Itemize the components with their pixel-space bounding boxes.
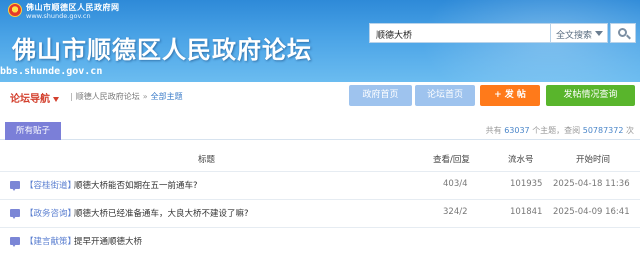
site-title[interactable]: 佛山市顺德区人民政府论坛 xyxy=(12,30,312,65)
chat-bubble-icon xyxy=(10,237,20,247)
chat-bubble-icon xyxy=(10,181,20,191)
post-category[interactable]: 【容桂街道】 xyxy=(25,179,76,191)
stats-topic-count: 63037 xyxy=(504,126,530,135)
forum-nav-label: 论坛导航 xyxy=(10,94,50,105)
breadcrumb-all-topics-link[interactable]: 全部主题 xyxy=(151,92,183,101)
post-category[interactable]: 【建言献策】 xyxy=(25,235,76,247)
post-start-time: 2025-04-18 11:36 xyxy=(553,179,630,189)
column-views-replies: 查看/回复 xyxy=(433,155,470,165)
search-input[interactable]: 顺德大桥 xyxy=(369,23,551,43)
stats-prefix: 共有 xyxy=(485,126,502,135)
gov-home-button[interactable]: 政府首页 xyxy=(349,85,412,106)
breadcrumb: | 顺德人民政府论坛» 全部主题 xyxy=(67,91,183,102)
stats-views-suffix: 次 xyxy=(626,126,634,135)
breadcrumb-separator: | xyxy=(70,92,73,101)
post-title-link[interactable]: 顺德大桥已经准备通车，大良大桥不建设了嘛? xyxy=(74,207,249,219)
forum-nav-menu[interactable]: 论坛导航 xyxy=(10,90,59,105)
caret-down-icon xyxy=(53,96,59,102)
chat-bubble-icon xyxy=(10,209,20,219)
forum-nav-bar: 论坛导航 | 顺德人民政府论坛» 全部主题 xyxy=(0,82,640,112)
national-emblem-icon xyxy=(8,3,22,17)
post-status-query-button[interactable]: 发帖情况查询 xyxy=(546,85,635,106)
forum-home-button[interactable]: 论坛首页 xyxy=(415,85,475,106)
breadcrumb-forum-link[interactable]: 顺德人民政府论坛 xyxy=(76,92,140,101)
post-views-replies: 403/4 xyxy=(443,179,468,189)
search-icon-handle xyxy=(626,34,631,40)
table-row[interactable]: 【政务咨询】 顺德大桥已经准备通车，大良大桥不建设了嘛? 324/2 10184… xyxy=(0,199,640,227)
search-type-select[interactable]: 全文搜索 xyxy=(551,23,608,43)
post-category[interactable]: 【政务咨询】 xyxy=(25,207,76,219)
table-row[interactable]: 【建言献策】 提早开通顺德大桥 xyxy=(0,227,640,255)
new-post-button[interactable]: + 发 帖 xyxy=(480,85,540,106)
tab-all-posts[interactable]: 所有贴子 xyxy=(5,122,61,140)
breadcrumb-separator: » xyxy=(142,92,148,101)
post-title-link[interactable]: 提早开通顺德大桥 xyxy=(74,235,142,247)
stats-view-count: 50787372 xyxy=(582,126,624,135)
post-title-link[interactable]: 顺德大桥能否如期在五一前通车? xyxy=(74,179,198,191)
post-serial: 101841 xyxy=(510,207,543,217)
forum-stats: 共有 63037 个主题，查阅 50787372 次 xyxy=(486,125,634,136)
tab-row: 所有贴子 共有 63037 个主题，查阅 50787372 次 xyxy=(0,121,640,140)
chevron-down-icon xyxy=(595,31,603,36)
column-title: 标题 xyxy=(198,155,216,165)
post-serial: 101935 xyxy=(510,179,543,189)
stats-topics-suffix: 个主题，查阅 xyxy=(532,126,581,135)
table-header: 标题 查看/回复 流水号 开始时间 xyxy=(0,147,640,169)
post-views-replies: 324/2 xyxy=(443,207,468,217)
search-type-label: 全文搜索 xyxy=(556,31,593,41)
gov-site-url: www.shunde.gov.cn xyxy=(26,12,91,20)
header-banner: 佛山市顺德区人民政府网 www.shunde.gov.cn 佛山市顺德区人民政府… xyxy=(0,0,640,82)
column-serial: 流水号 xyxy=(508,155,534,165)
post-start-time: 2025-04-09 16:41 xyxy=(553,207,630,217)
table-row[interactable]: 【容桂街道】 顺德大桥能否如期在五一前通车? 403/4 101935 2025… xyxy=(0,171,640,199)
column-start-time: 开始时间 xyxy=(576,155,611,165)
site-url: bbs.shunde.gov.cn xyxy=(0,66,103,77)
search-button[interactable] xyxy=(610,23,636,43)
